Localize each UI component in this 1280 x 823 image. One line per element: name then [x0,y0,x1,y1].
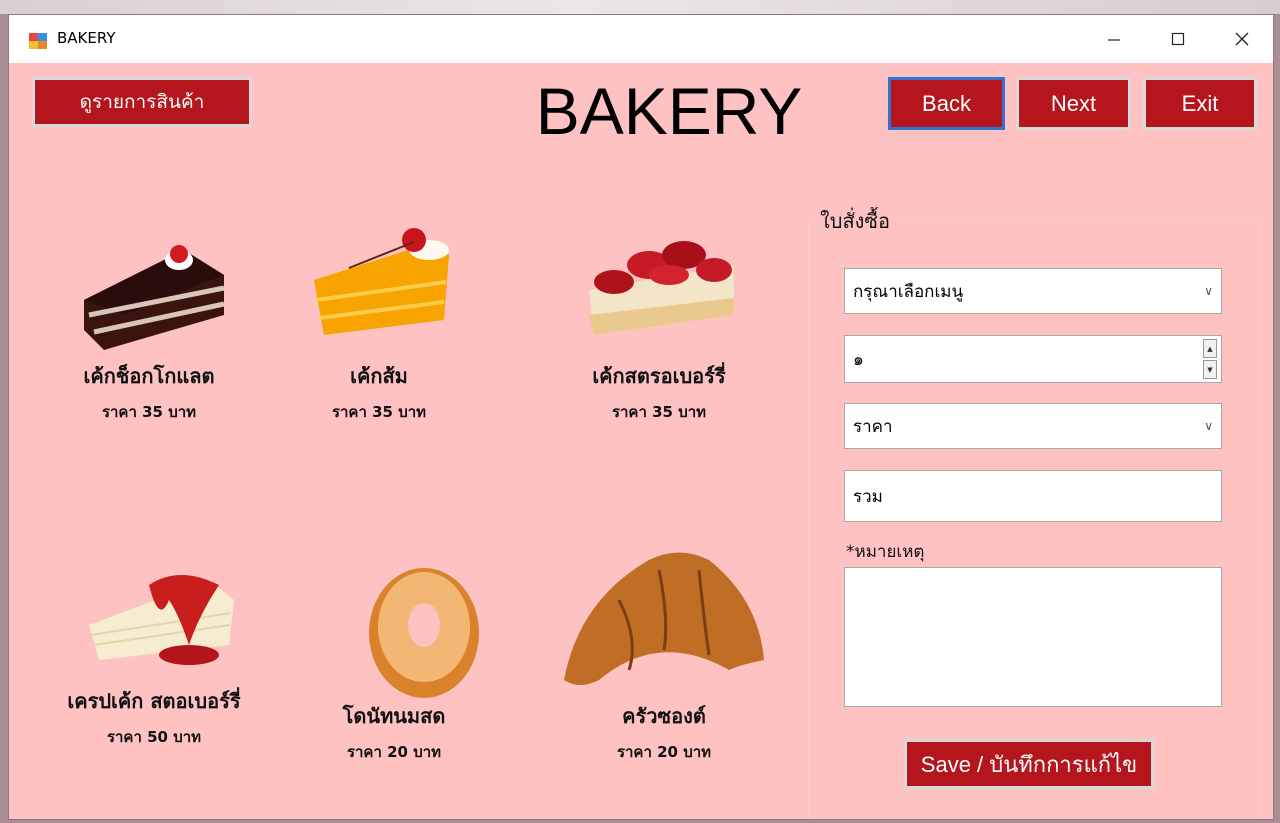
product-price: ราคา 20 บาท [616,743,712,761]
next-button[interactable]: Next [1016,77,1131,130]
price-select-value: ราคา [853,416,893,437]
menu-select-value: กรุณาเลือกเมนู [853,281,964,302]
product-price: ราคา 20 บาท [346,743,442,761]
save-button[interactable]: Save / บันทึกการแก้ไข [904,739,1154,789]
product-name: โดนัทนมสด [342,704,446,728]
product-name: เค้กสตรอเบอร์รี่ [592,364,726,388]
product-name: เครปเค้ก สตอเบอร์รี่ [67,689,241,713]
total-value: รวม [853,486,883,507]
chocolate-cake-icon [84,245,225,350]
quantity-value: ๑ [853,349,864,370]
product-card: ครัวซองต์ ราคา 20 บาท [554,540,774,764]
price-select[interactable]: ราคา ∨ [844,403,1222,449]
window-title: BAKERY [57,29,116,47]
note-label: *หมายเหตุ [846,542,925,562]
maximize-button[interactable] [1147,15,1209,63]
desktop-background [0,0,1280,14]
spin-up-icon[interactable]: ▲ [1203,339,1217,358]
minimize-icon [1108,39,1120,41]
product-card: เครปเค้ก สตอเบอร์รี่ ราคา 50 บาท [34,555,274,749]
donut-icon [369,568,479,698]
product-name: เค้กส้ม [350,364,408,388]
exit-button[interactable]: Exit [1143,77,1257,130]
strawberry-cake-icon [589,241,734,335]
maximize-icon [1171,32,1185,46]
orange-cake-icon [314,228,449,335]
quantity-stepper[interactable]: ๑ ▲ ▼ [844,335,1222,383]
view-products-button[interactable]: ดูรายการสินค้า [32,77,252,127]
product-card: โดนัทนมสด ราคา 20 บาท [299,555,489,764]
croissant-icon [564,552,764,685]
chevron-down-icon: ∨ [1204,284,1213,298]
back-button[interactable]: Back [888,77,1005,130]
menu-select[interactable]: กรุณาเลือกเมนู ∨ [844,268,1222,314]
product-card: เค้กช็อกโกแลต ราคา 35 บาท [39,220,259,424]
product-name: ครัวซองต์ [622,704,706,728]
total-field[interactable]: รวม [844,470,1222,522]
product-price: ราคา 50 บาท [106,728,202,746]
note-textarea[interactable] [844,567,1222,707]
app-window: BAKERY ดูรายการสินค้า BAKERY Back Next E… [8,14,1274,820]
product-price: ราคา 35 บาท [101,403,197,421]
product-card: เค้กส้ม ราคา 35 บาท [269,220,489,424]
product-price: ราคา 35 บาท [331,403,427,421]
close-icon [1235,32,1249,46]
title-bar: BAKERY [9,15,1273,63]
minimize-button[interactable] [1083,15,1145,63]
close-button[interactable] [1211,15,1273,63]
spin-down-icon[interactable]: ▼ [1203,360,1217,379]
spin-buttons: ▲ ▼ [1203,339,1217,379]
order-group-title: ใบสั่งซื้อ [816,205,895,237]
product-price: ราคา 35 บาท [611,403,707,421]
app-icon [29,33,47,49]
product-card: เค้กสตรอเบอร์รี่ ราคา 35 บาท [544,220,774,424]
page-title: BAKERY [535,74,803,148]
crepe-cake-icon [89,575,234,665]
chevron-down-icon: ∨ [1204,419,1213,433]
product-name: เค้กช็อกโกแลต [83,364,215,388]
